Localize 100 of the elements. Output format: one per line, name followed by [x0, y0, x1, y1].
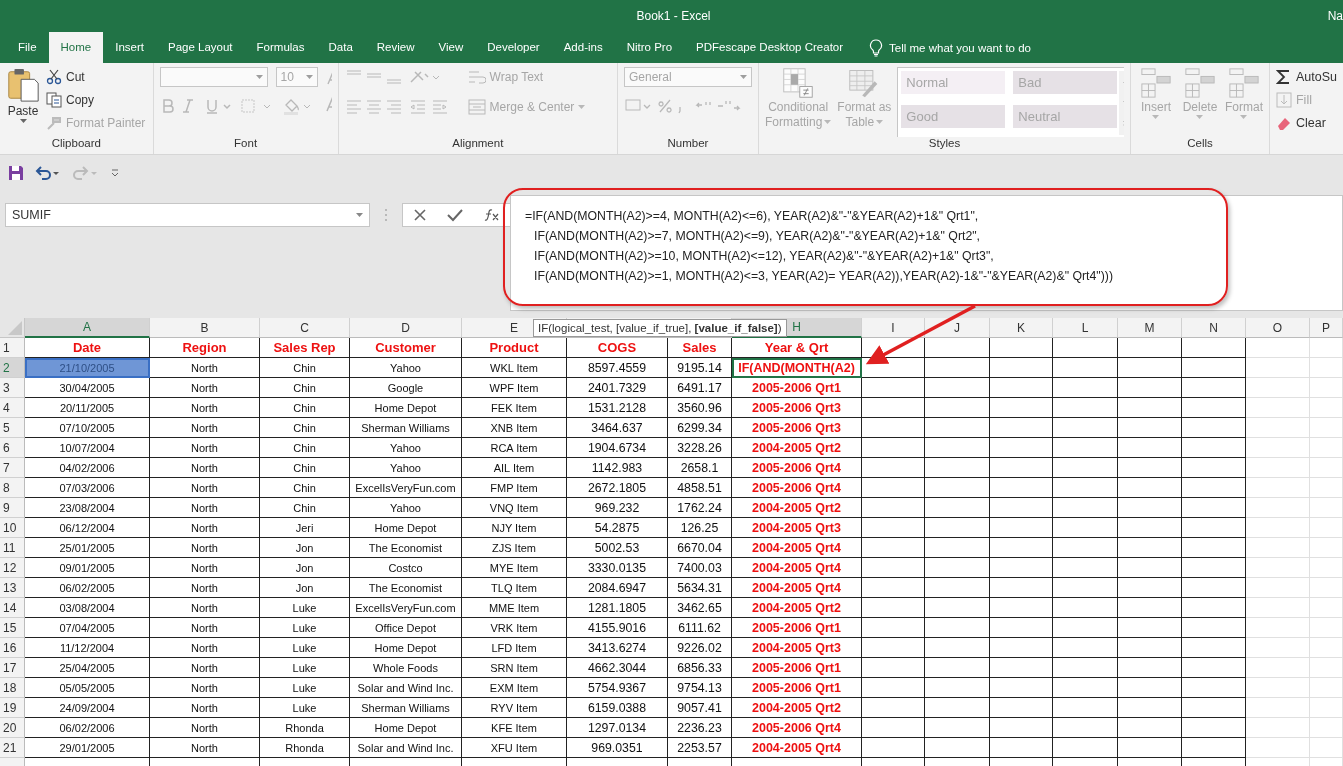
column-header[interactable]: P — [1310, 318, 1343, 338]
empty-cell[interactable] — [925, 538, 990, 558]
empty-cell[interactable] — [1182, 398, 1246, 418]
row-header[interactable]: 17 — [0, 658, 25, 678]
row-header[interactable]: 8 — [0, 478, 25, 498]
ribbon-tab[interactable]: Insert — [103, 32, 156, 63]
empty-cell[interactable] — [925, 398, 990, 418]
empty-cell[interactable] — [862, 658, 925, 678]
empty-cell[interactable] — [990, 478, 1053, 498]
empty-cell[interactable] — [925, 438, 990, 458]
empty-cell[interactable] — [1053, 638, 1118, 658]
empty-cell[interactable] — [1118, 458, 1182, 478]
empty-cell[interactable] — [925, 678, 990, 698]
empty-cell[interactable] — [1182, 438, 1246, 458]
row-header[interactable]: 20 — [0, 718, 25, 738]
empty-cell[interactable] — [1053, 598, 1118, 618]
empty-cell[interactable] — [1118, 358, 1182, 378]
empty-cell[interactable] — [1118, 718, 1182, 738]
row-header[interactable]: 15 — [0, 618, 25, 638]
empty-cell[interactable] — [1182, 678, 1246, 698]
row-header[interactable]: 21 — [0, 738, 25, 758]
empty-cell[interactable] — [1053, 518, 1118, 538]
cancel-icon[interactable] — [413, 208, 428, 222]
empty-cell[interactable] — [1182, 738, 1246, 758]
lightbulb-icon[interactable] — [869, 38, 884, 57]
empty-cell[interactable] — [990, 738, 1053, 758]
empty-cell[interactable] — [925, 478, 990, 498]
row-header[interactable]: 10 — [0, 518, 25, 538]
empty-cell[interactable] — [1118, 578, 1182, 598]
empty-cell[interactable] — [925, 338, 990, 358]
empty-cell[interactable] — [925, 578, 990, 598]
ribbon-tab[interactable]: Home — [48, 32, 104, 63]
column-header[interactable]: J — [925, 318, 990, 338]
empty-cell[interactable] — [1053, 718, 1118, 738]
column-header[interactable]: K — [990, 318, 1053, 338]
empty-cell[interactable] — [1053, 378, 1118, 398]
row-header[interactable]: 4 — [0, 398, 25, 418]
row-header[interactable]: 7 — [0, 458, 25, 478]
empty-cell[interactable] — [862, 678, 925, 698]
row-header[interactable]: 2 — [0, 358, 25, 378]
resize-handle-icon[interactable] — [384, 207, 388, 223]
empty-cell[interactable] — [1182, 378, 1246, 398]
ribbon-tab[interactable]: Add-ins — [551, 32, 615, 63]
empty-cell[interactable] — [1182, 498, 1246, 518]
empty-cell[interactable] — [1182, 358, 1246, 378]
empty-cell[interactable] — [862, 698, 925, 718]
empty-cell[interactable] — [1053, 458, 1118, 478]
empty-cell[interactable] — [1053, 678, 1118, 698]
column-header[interactable]: M — [1118, 318, 1182, 338]
empty-cell[interactable] — [862, 338, 925, 358]
empty-cell[interactable] — [1182, 538, 1246, 558]
column-header[interactable]: C — [260, 318, 350, 338]
row-header[interactable]: 3 — [0, 378, 25, 398]
empty-cell[interactable] — [1053, 578, 1118, 598]
empty-cell[interactable] — [1182, 518, 1246, 538]
empty-cell[interactable] — [862, 378, 925, 398]
empty-cell[interactable] — [862, 518, 925, 538]
empty-cell[interactable] — [990, 418, 1053, 438]
empty-cell[interactable] — [1118, 538, 1182, 558]
empty-cell[interactable] — [1118, 678, 1182, 698]
row-header[interactable]: 9 — [0, 498, 25, 518]
empty-cell[interactable] — [862, 738, 925, 758]
row-header[interactable]: 11 — [0, 538, 25, 558]
undo-icon[interactable] — [34, 164, 62, 181]
empty-cell[interactable] — [1118, 638, 1182, 658]
empty-cell[interactable] — [862, 478, 925, 498]
empty-cell[interactable] — [1053, 438, 1118, 458]
empty-cell[interactable] — [925, 458, 990, 478]
empty-cell[interactable] — [990, 438, 1053, 458]
empty-cell[interactable] — [1053, 358, 1118, 378]
empty-cell[interactable] — [925, 738, 990, 758]
editing-button[interactable]: Clear — [1276, 113, 1337, 133]
row-header[interactable]: 12 — [0, 558, 25, 578]
empty-cell[interactable] — [1182, 338, 1246, 358]
ribbon-tab[interactable]: PDFescape Desktop Creator — [684, 32, 856, 63]
save-icon[interactable] — [8, 164, 24, 181]
empty-cell[interactable] — [1118, 658, 1182, 678]
row-header[interactable]: 16 — [0, 638, 25, 658]
clipboard-button[interactable]: Copy — [46, 90, 146, 110]
empty-cell[interactable] — [1118, 598, 1182, 618]
ribbon-tab[interactable]: File — [6, 32, 49, 63]
cell-editor[interactable]: IF(AND(MONTH(A2) — [732, 358, 862, 378]
empty-cell[interactable] — [925, 618, 990, 638]
ribbon-tab[interactable]: Review — [364, 32, 427, 63]
empty-cell[interactable] — [1118, 438, 1182, 458]
empty-cell[interactable] — [862, 618, 925, 638]
empty-cell[interactable] — [1118, 418, 1182, 438]
empty-cell[interactable] — [1118, 558, 1182, 578]
empty-cell[interactable] — [1053, 498, 1118, 518]
empty-cell[interactable] — [990, 578, 1053, 598]
empty-cell[interactable] — [862, 498, 925, 518]
empty-cell[interactable] — [990, 338, 1053, 358]
empty-cell[interactable] — [990, 718, 1053, 738]
column-header[interactable]: I — [862, 318, 925, 338]
empty-cell[interactable] — [990, 558, 1053, 578]
ribbon-tab[interactable]: Page Layout — [156, 32, 245, 63]
empty-cell[interactable] — [925, 698, 990, 718]
empty-cell[interactable] — [1182, 638, 1246, 658]
empty-cell[interactable] — [1118, 518, 1182, 538]
empty-cell[interactable] — [1118, 398, 1182, 418]
